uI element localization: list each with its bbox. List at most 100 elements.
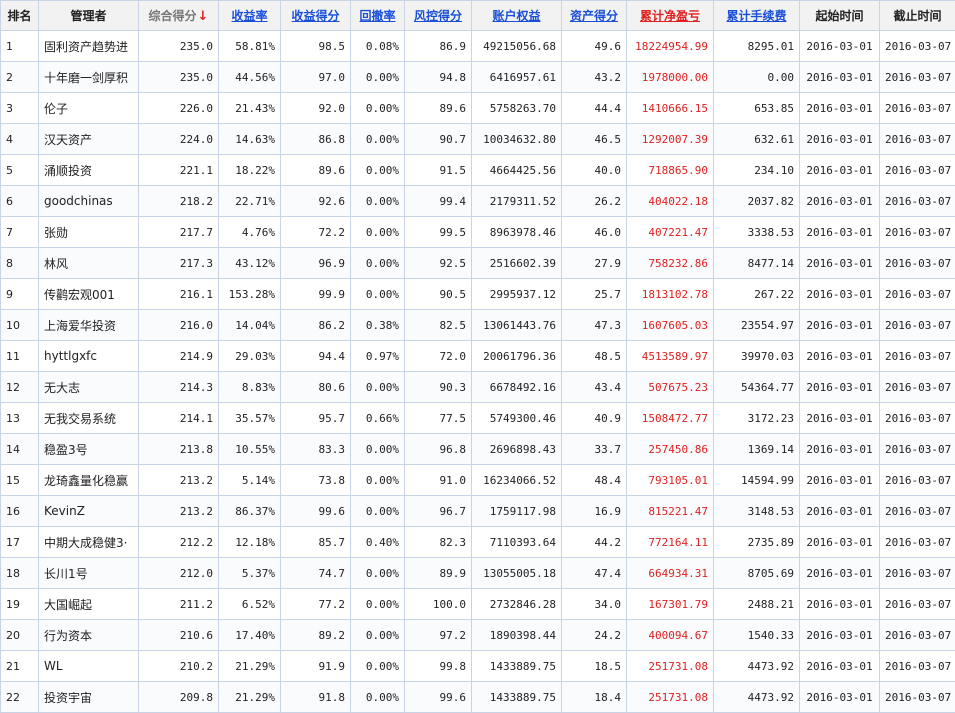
cell-asset-score: 40.0 bbox=[562, 155, 627, 186]
cell-drawdown: 0.00% bbox=[351, 217, 405, 248]
cell-cum-fee: 653.85 bbox=[714, 93, 800, 124]
header-cum-pnl[interactable]: 累计净盈亏 bbox=[627, 1, 714, 31]
cell-end-time: 2016-03-07 bbox=[880, 310, 955, 341]
cell-return-rate: 22.71% bbox=[219, 186, 281, 217]
cell-drawdown: 0.00% bbox=[351, 589, 405, 620]
sort-link-return-score[interactable]: 收益得分 bbox=[291, 9, 339, 23]
cell-return-score: 86.8 bbox=[281, 124, 351, 155]
cell-manager: 伦子 bbox=[39, 93, 139, 124]
cell-return-rate: 18.22% bbox=[219, 155, 281, 186]
cell-equity: 1433889.75 bbox=[472, 651, 562, 682]
cell-cum-pnl: 793105.01 bbox=[627, 465, 714, 496]
cell-return-score: 89.6 bbox=[281, 155, 351, 186]
sort-link-equity[interactable]: 账户权益 bbox=[492, 9, 540, 23]
cell-asset-score: 44.2 bbox=[562, 527, 627, 558]
cell-manager: 汉天资产 bbox=[39, 124, 139, 155]
cell-start-time: 2016-03-01 bbox=[800, 341, 880, 372]
table-row: 20行为资本210.617.40%89.20.00%97.21890398.44… bbox=[1, 620, 955, 651]
cell-rank: 16 bbox=[1, 496, 39, 527]
cell-score: 235.0 bbox=[139, 62, 219, 93]
header-risk-score[interactable]: 风控得分 bbox=[405, 1, 472, 31]
cell-drawdown: 0.00% bbox=[351, 248, 405, 279]
cell-risk-score: 100.0 bbox=[405, 589, 472, 620]
cell-score: 213.8 bbox=[139, 434, 219, 465]
cell-drawdown: 0.40% bbox=[351, 527, 405, 558]
cell-risk-score: 96.7 bbox=[405, 496, 472, 527]
header-row: 排名 管理者 综合得分↓ 收益率 收益得分 回撤率 风控得分 账户权益 资产得分… bbox=[1, 1, 955, 31]
cell-return-rate: 12.18% bbox=[219, 527, 281, 558]
sort-link-drawdown[interactable]: 回撤率 bbox=[359, 9, 395, 23]
cell-cum-fee: 632.61 bbox=[714, 124, 800, 155]
table-row: 9传鹳宏观001216.1153.28%99.90.00%90.52995937… bbox=[1, 279, 955, 310]
table-row: 1固利资产趋势进235.058.81%98.50.08%86.949215056… bbox=[1, 31, 955, 62]
cell-asset-score: 27.9 bbox=[562, 248, 627, 279]
cell-return-rate: 14.04% bbox=[219, 310, 281, 341]
sort-link-return-rate[interactable]: 收益率 bbox=[231, 9, 267, 23]
sort-link-asset-score[interactable]: 资产得分 bbox=[570, 9, 618, 23]
cell-end-time: 2016-03-07 bbox=[880, 372, 955, 403]
cell-start-time: 2016-03-01 bbox=[800, 496, 880, 527]
cell-rank: 22 bbox=[1, 682, 39, 713]
cell-drawdown: 0.00% bbox=[351, 155, 405, 186]
cell-score: 214.3 bbox=[139, 372, 219, 403]
cell-score: 216.0 bbox=[139, 310, 219, 341]
table-row: 22投资宇宙209.821.29%91.80.00%99.61433889.75… bbox=[1, 682, 955, 713]
cell-return-score: 99.9 bbox=[281, 279, 351, 310]
cell-manager: 投资宇宙 bbox=[39, 682, 139, 713]
cell-drawdown: 0.00% bbox=[351, 682, 405, 713]
header-equity[interactable]: 账户权益 bbox=[472, 1, 562, 31]
header-cum-fee[interactable]: 累计手续费 bbox=[714, 1, 800, 31]
cell-score: 218.2 bbox=[139, 186, 219, 217]
cell-return-score: 98.5 bbox=[281, 31, 351, 62]
cell-end-time: 2016-03-07 bbox=[880, 93, 955, 124]
cell-rank: 13 bbox=[1, 403, 39, 434]
cell-asset-score: 26.2 bbox=[562, 186, 627, 217]
cell-cum-fee: 8295.01 bbox=[714, 31, 800, 62]
cell-end-time: 2016-03-07 bbox=[880, 341, 955, 372]
cell-cum-pnl: 167301.79 bbox=[627, 589, 714, 620]
cell-return-score: 89.2 bbox=[281, 620, 351, 651]
table-row: 16KevinZ213.286.37%99.60.00%96.71759117.… bbox=[1, 496, 955, 527]
header-return-score[interactable]: 收益得分 bbox=[281, 1, 351, 31]
table-row: 2十年磨一剑厚积235.044.56%97.00.00%94.86416957.… bbox=[1, 62, 955, 93]
cell-asset-score: 16.9 bbox=[562, 496, 627, 527]
cell-equity: 2995937.12 bbox=[472, 279, 562, 310]
header-return-rate[interactable]: 收益率 bbox=[219, 1, 281, 31]
cell-score: 217.3 bbox=[139, 248, 219, 279]
cell-cum-fee: 54364.77 bbox=[714, 372, 800, 403]
cell-cum-fee: 3148.53 bbox=[714, 496, 800, 527]
cell-asset-score: 43.2 bbox=[562, 62, 627, 93]
cell-rank: 17 bbox=[1, 527, 39, 558]
cell-cum-pnl: 1292007.39 bbox=[627, 124, 714, 155]
cell-asset-score: 47.4 bbox=[562, 558, 627, 589]
cell-drawdown: 0.00% bbox=[351, 651, 405, 682]
cell-cum-pnl: 815221.47 bbox=[627, 496, 714, 527]
header-asset-score[interactable]: 资产得分 bbox=[562, 1, 627, 31]
cell-risk-score: 92.5 bbox=[405, 248, 472, 279]
cell-start-time: 2016-03-01 bbox=[800, 62, 880, 93]
cell-start-time: 2016-03-01 bbox=[800, 155, 880, 186]
header-start-time: 起始时间 bbox=[800, 1, 880, 31]
cell-equity: 6416957.61 bbox=[472, 62, 562, 93]
header-score[interactable]: 综合得分↓ bbox=[139, 1, 219, 31]
cell-rank: 11 bbox=[1, 341, 39, 372]
cell-risk-score: 77.5 bbox=[405, 403, 472, 434]
cell-manager: 行为资本 bbox=[39, 620, 139, 651]
sort-link-risk-score[interactable]: 风控得分 bbox=[414, 9, 462, 23]
cell-end-time: 2016-03-07 bbox=[880, 465, 955, 496]
cell-cum-pnl: 404022.18 bbox=[627, 186, 714, 217]
header-end-time: 截止时间 bbox=[880, 1, 955, 31]
sort-link-cum-fee[interactable]: 累计手续费 bbox=[726, 9, 786, 23]
cell-asset-score: 43.4 bbox=[562, 372, 627, 403]
cell-start-time: 2016-03-01 bbox=[800, 186, 880, 217]
cell-rank: 19 bbox=[1, 589, 39, 620]
cell-drawdown: 0.00% bbox=[351, 279, 405, 310]
cell-score: 214.9 bbox=[139, 341, 219, 372]
sort-link-cum-pnl[interactable]: 累计净盈亏 bbox=[640, 9, 700, 23]
cell-equity: 6678492.16 bbox=[472, 372, 562, 403]
cell-manager: 龙琦鑫量化稳赢 bbox=[39, 465, 139, 496]
cell-start-time: 2016-03-01 bbox=[800, 558, 880, 589]
header-drawdown[interactable]: 回撤率 bbox=[351, 1, 405, 31]
cell-drawdown: 0.00% bbox=[351, 620, 405, 651]
cell-start-time: 2016-03-01 bbox=[800, 434, 880, 465]
